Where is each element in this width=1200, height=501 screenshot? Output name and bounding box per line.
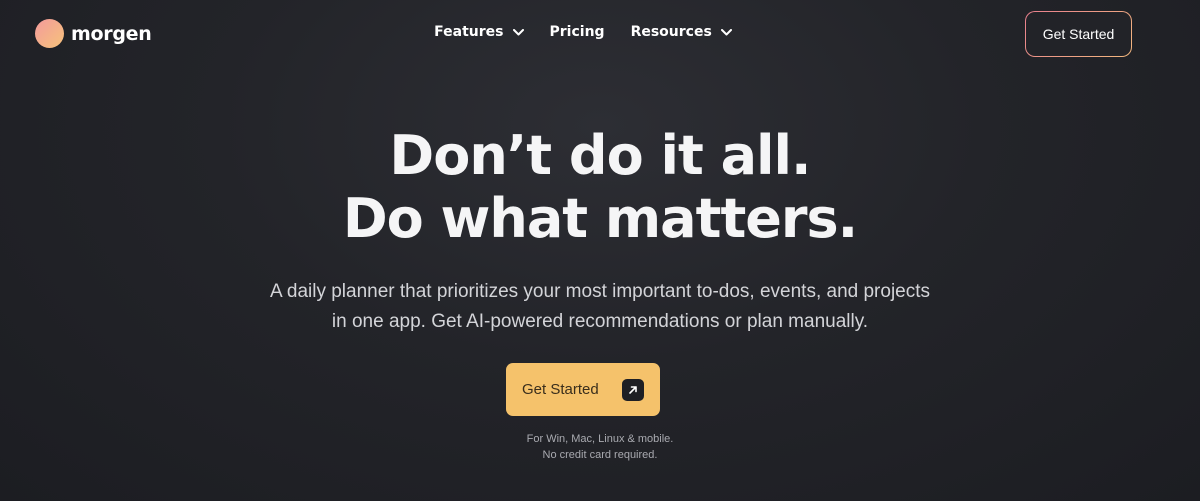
platform-note: For Win, Mac, Linux & mobile. No credit … <box>0 431 1200 463</box>
hero-get-started-button[interactable]: Get Started <box>506 363 660 416</box>
hero-subtitle-line-2: in one app. Get AI-powered recommendatio… <box>331 311 869 332</box>
platform-note-line-1: For Win, Mac, Linux & mobile. <box>526 433 674 445</box>
nav-item-label: Pricing <box>549 24 605 40</box>
nav-item-pricing[interactable]: Pricing <box>550 24 605 40</box>
header-get-started-label: Get Started <box>1026 12 1131 56</box>
chevron-down-icon <box>720 28 732 35</box>
hero-subtitle-line-1: A daily planner that prioritizes your mo… <box>269 281 931 302</box>
nav-item-label: Resources <box>630 24 712 40</box>
hero-get-started-label: Get Started <box>522 381 599 398</box>
main-nav: Features Pricing Resources <box>0 24 1200 40</box>
nav-item-features[interactable]: Features <box>434 24 524 40</box>
chevron-down-icon <box>512 28 524 35</box>
hero-title-line-2: Do what matters. <box>342 187 858 250</box>
hero-title: Don’t do it all. Do what matters. <box>0 124 1200 250</box>
nav-item-label: Features <box>434 24 504 40</box>
hero-title-line-1: Don’t do it all. <box>389 124 811 187</box>
platform-note-line-2: No credit card required. <box>542 449 658 461</box>
nav-item-resources[interactable]: Resources <box>631 24 732 40</box>
hero-subtitle: A daily planner that prioritizes your mo… <box>0 277 1200 337</box>
arrow-up-right-icon <box>622 378 644 401</box>
header-get-started-button[interactable]: Get Started <box>1025 11 1132 57</box>
